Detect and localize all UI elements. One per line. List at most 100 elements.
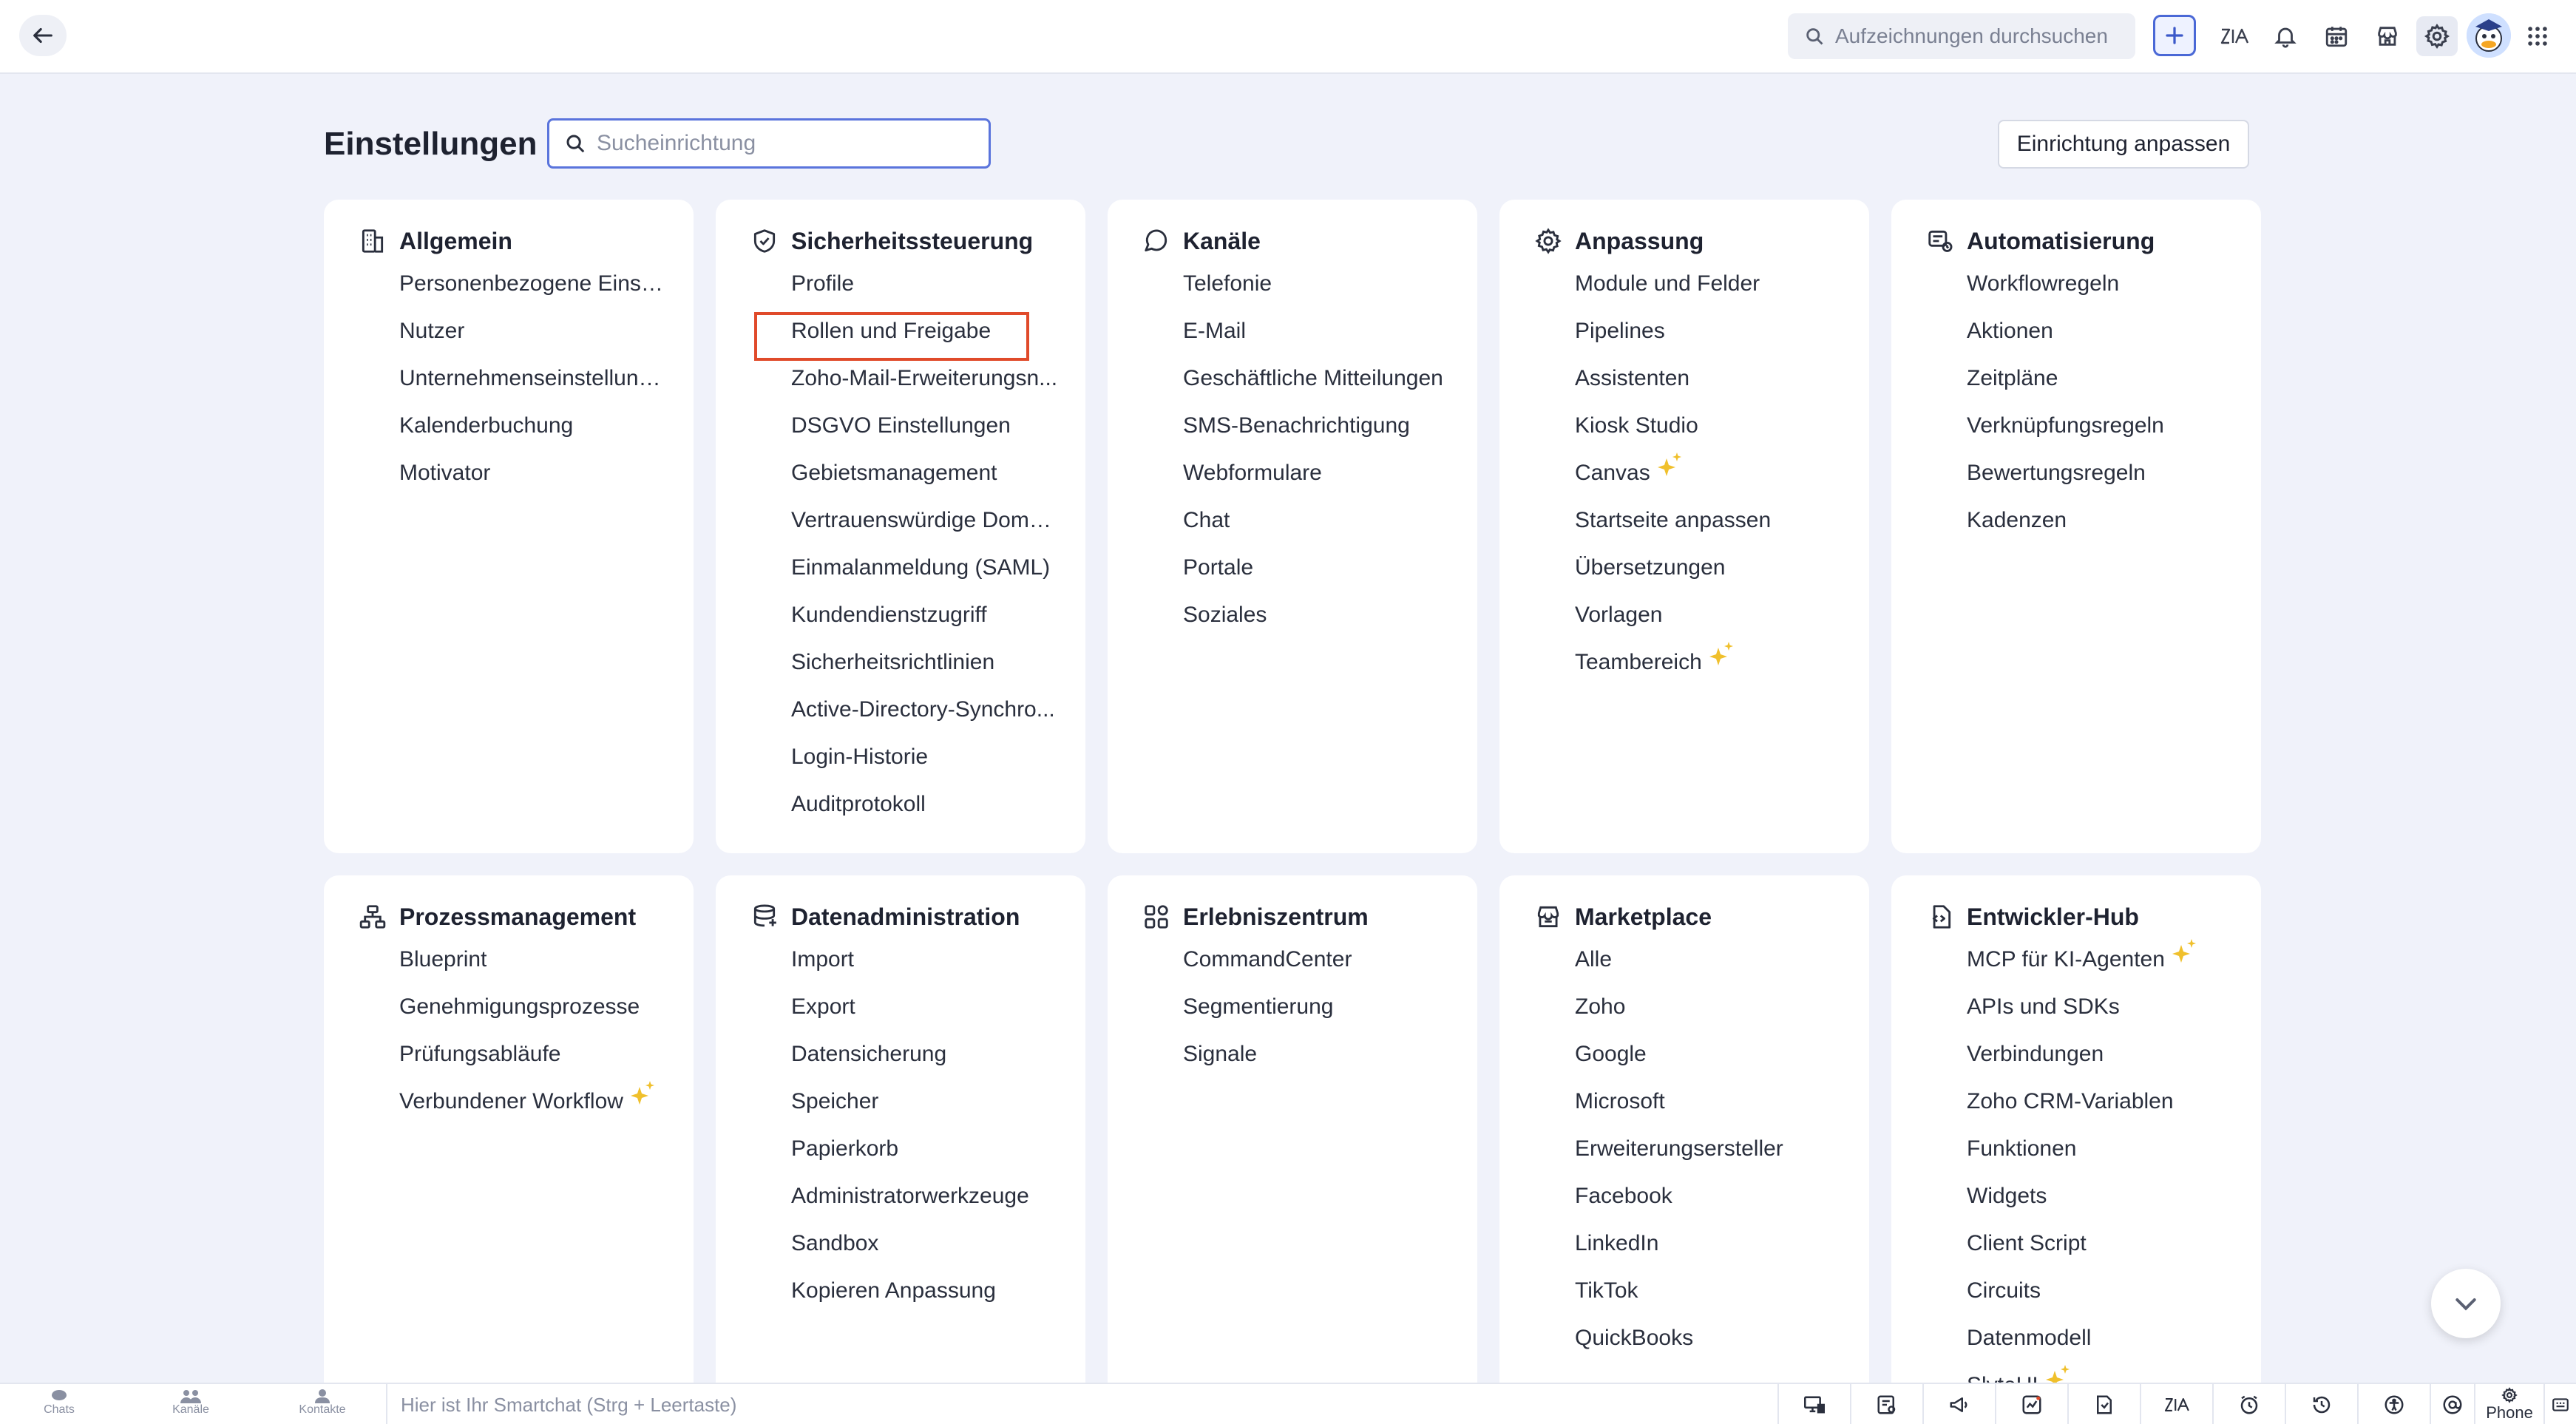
user-avatar[interactable] (2467, 13, 2511, 58)
settings-link[interactable]: Blueprint (399, 945, 657, 992)
settings-link[interactable]: TikTok (1575, 1276, 1783, 1323)
settings-link[interactable]: Administratorwerkzeuge (791, 1181, 1029, 1229)
settings-link[interactable]: Nutzer (399, 316, 669, 364)
chats-tab[interactable]: Chats (15, 1389, 104, 1424)
settings-link[interactable]: DSGVO Einstellungen (791, 411, 1061, 458)
settings-link[interactable]: APIs und SDKs (1967, 992, 2199, 1040)
settings-link[interactable]: Teambereich (1575, 642, 1771, 695)
settings-link[interactable]: Module und Felder (1575, 269, 1771, 316)
settings-button[interactable] (2416, 16, 2458, 56)
settings-link[interactable]: Segmentierung (1183, 992, 1352, 1040)
bottom-tool-7[interactable] (2212, 1384, 2285, 1424)
settings-link[interactable]: Gebietsmanagement (791, 458, 1061, 506)
settings-link[interactable]: Einmalanmeldung (SAML) (791, 553, 1061, 600)
settings-link[interactable]: Zoho (1575, 992, 1783, 1040)
settings-link[interactable]: Zoho-Mail-Erweiterungsn... (791, 364, 1061, 411)
settings-link[interactable]: Widgets (1967, 1181, 2199, 1229)
settings-link[interactable]: Verknüpfungsregeln (1967, 411, 2164, 458)
settings-link[interactable]: Active-Directory-Synchro... (791, 695, 1061, 742)
settings-link[interactable]: QuickBooks (1575, 1323, 1783, 1371)
settings-link[interactable]: Soziales (1183, 600, 1443, 648)
settings-link[interactable]: Google (1575, 1040, 1783, 1087)
settings-link[interactable]: LinkedIn (1575, 1229, 1783, 1276)
scroll-down-button[interactable] (2431, 1269, 2501, 1338)
settings-link[interactable]: Geschäftliche Mitteilungen (1183, 364, 1443, 411)
settings-link[interactable]: Webformulare (1183, 458, 1443, 506)
settings-link[interactable]: Datensicherung (791, 1040, 1029, 1087)
settings-link[interactable]: Verbindungen (1967, 1040, 2199, 1087)
settings-link[interactable]: Login-Historie (791, 742, 1061, 790)
notifications-button[interactable] (2265, 16, 2306, 56)
global-search-input[interactable]: Aufzeichnungen durchsuchen (1788, 13, 2135, 59)
settings-link[interactable]: Client Script (1967, 1229, 2199, 1276)
bottom-tool-8[interactable] (2285, 1384, 2357, 1424)
settings-link[interactable]: Speicher (791, 1087, 1029, 1134)
settings-link[interactable]: Signale (1183, 1040, 1352, 1087)
settings-link[interactable]: Unternehmenseinstellung... (399, 364, 669, 411)
settings-link[interactable]: Profile (791, 269, 1061, 316)
bottom-tool-2[interactable] (1850, 1384, 1922, 1424)
zia-button[interactable] (2214, 16, 2255, 56)
settings-link[interactable]: SMS-Benachrichtigung (1183, 411, 1443, 458)
settings-link[interactable]: Facebook (1575, 1181, 1783, 1229)
settings-link[interactable]: Zeitpläne (1967, 364, 2164, 411)
settings-link[interactable]: Assistenten (1575, 364, 1771, 411)
settings-link[interactable]: Aktionen (1967, 316, 2164, 364)
settings-link[interactable]: Verbundener Workflow (399, 1081, 657, 1134)
settings-link[interactable]: Sandbox (791, 1229, 1029, 1276)
settings-link[interactable]: Telefonie (1183, 269, 1443, 316)
settings-link[interactable]: Canvas (1575, 452, 1771, 506)
settings-link[interactable]: Kadenzen (1967, 506, 2164, 553)
settings-link[interactable]: Genehmigungsprozesse (399, 992, 657, 1040)
settings-link[interactable]: Chat (1183, 506, 1443, 553)
back-button[interactable] (19, 15, 67, 56)
settings-link[interactable]: Startseite anpassen (1575, 506, 1771, 553)
settings-link[interactable]: Prüfungsabläufe (399, 1040, 657, 1087)
bottom-tool-5[interactable] (2067, 1384, 2140, 1424)
marketplace-button[interactable] (2367, 16, 2408, 56)
settings-link[interactable]: Portale (1183, 553, 1443, 600)
customize-setup-button[interactable]: Einrichtung anpassen (1998, 120, 2249, 169)
bottom-tool-10[interactable] (2430, 1384, 2474, 1424)
smartchat-input[interactable]: Hier ist Ihr Smartchat (Strg + Leertaste… (386, 1384, 1776, 1424)
settings-link[interactable]: Import (791, 945, 1029, 992)
settings-link[interactable]: MCP für KI-Agenten (1967, 939, 2199, 992)
channels-tab[interactable]: Kanäle (146, 1389, 235, 1424)
settings-link[interactable]: Auditprotokoll (791, 790, 1061, 837)
settings-link[interactable]: Erweiterungsersteller (1575, 1134, 1783, 1181)
phone-button[interactable]: Phone (2474, 1384, 2543, 1424)
calendar-button[interactable] (2316, 16, 2357, 56)
settings-link[interactable]: CommandCenter (1183, 945, 1352, 992)
settings-link[interactable]: Kalenderbuchung (399, 411, 669, 458)
setup-search-input[interactable] (597, 131, 966, 156)
apps-grid-button[interactable] (2517, 16, 2558, 56)
bottom-tool-4[interactable] (1995, 1384, 2067, 1424)
settings-link[interactable]: Circuits (1967, 1276, 2199, 1323)
settings-link[interactable]: Datenmodell (1967, 1323, 2199, 1371)
settings-link[interactable]: E-Mail (1183, 316, 1443, 364)
bottom-tool-9[interactable] (2357, 1384, 2430, 1424)
bottom-tool-11[interactable] (2543, 1384, 2576, 1424)
bottom-tool-1[interactable] (1777, 1384, 1850, 1424)
settings-link[interactable]: Kopieren Anpassung (791, 1276, 1029, 1323)
settings-link[interactable]: Übersetzungen (1575, 553, 1771, 600)
settings-link[interactable]: Bewertungsregeln (1967, 458, 2164, 506)
bottom-tool-3[interactable] (1922, 1384, 1995, 1424)
settings-link[interactable]: Alle (1575, 945, 1783, 992)
settings-link[interactable]: Vorlagen (1575, 600, 1771, 648)
setup-search-field[interactable] (547, 118, 991, 169)
settings-link[interactable]: Personenbezogene Einste... (399, 269, 669, 316)
settings-link[interactable]: Export (791, 992, 1029, 1040)
settings-link[interactable]: Microsoft (1575, 1087, 1783, 1134)
settings-link[interactable]: Workflowregeln (1967, 269, 2164, 316)
contacts-tab[interactable]: Kontakte (278, 1389, 367, 1424)
settings-link[interactable]: Papierkorb (791, 1134, 1029, 1181)
settings-link[interactable]: Rollen und Freigabe (754, 312, 1061, 364)
settings-link[interactable]: Pipelines (1575, 316, 1771, 364)
settings-link[interactable]: Vertrauenswürdige Domäne (791, 506, 1061, 553)
bottom-tool-6[interactable] (2140, 1384, 2212, 1424)
settings-link[interactable]: Sicherheitsrichtlinien (791, 648, 1061, 695)
create-button[interactable] (2153, 15, 2196, 56)
settings-link[interactable]: Kundendienstzugriff (791, 600, 1061, 648)
settings-link[interactable]: Funktionen (1967, 1134, 2199, 1181)
